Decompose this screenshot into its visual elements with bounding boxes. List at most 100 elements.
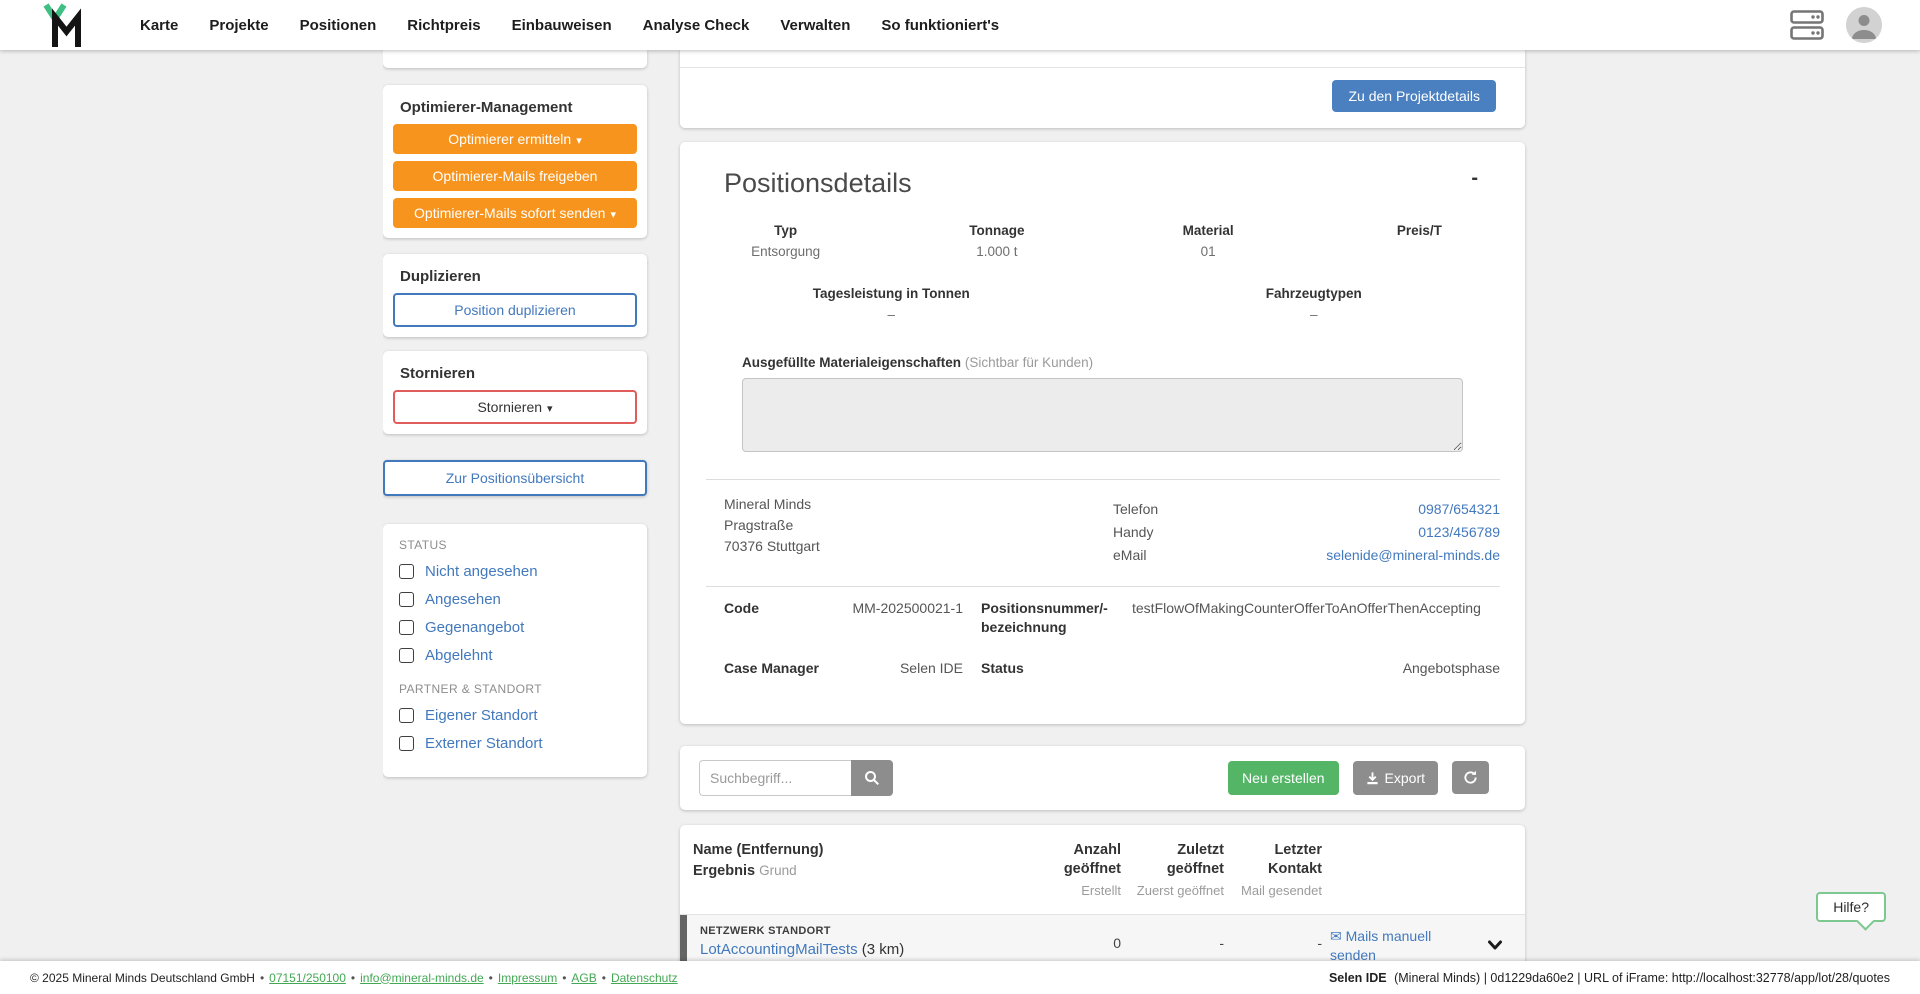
- checkbox[interactable]: [399, 736, 414, 751]
- stornieren-title: Stornieren: [400, 365, 637, 382]
- email-link[interactable]: selenide@mineral-minds.de: [1326, 547, 1500, 563]
- filter-label[interactable]: Eigener Standort: [425, 707, 538, 724]
- field-tonnage: Tonnage 1.000 t: [891, 223, 1102, 260]
- footer-phone-link[interactable]: 07151/250100: [269, 971, 346, 985]
- filter-angesehen[interactable]: Angesehen: [399, 591, 637, 608]
- filter-label[interactable]: Gegenangebot: [425, 619, 524, 636]
- nav-item-positionen[interactable]: Positionen: [300, 17, 377, 34]
- user-avatar-icon[interactable]: [1846, 7, 1882, 43]
- footer: © 2025 Mineral Minds Deutschland GmbH • …: [0, 961, 1920, 994]
- row-category: NETZWERK STANDORT: [700, 925, 1018, 937]
- sidebar: Optimierer-Management Optimierer ermitte…: [383, 50, 647, 777]
- filter-externer-standort[interactable]: Externer Standort: [399, 735, 637, 752]
- header-chevron-spacer: [1478, 841, 1512, 900]
- footer-email-link[interactable]: info@mineral-minds.de: [360, 971, 484, 985]
- material-textarea[interactable]: [742, 378, 1463, 452]
- nav-item-projekte[interactable]: Projekte: [209, 17, 268, 34]
- contact-street: Pragstraße: [724, 515, 1113, 536]
- cutoff-card: [383, 50, 647, 68]
- envelope-icon: ✉: [1330, 928, 1342, 944]
- mineral-minds-logo[interactable]: [40, 2, 84, 48]
- header-letzter-kontakt[interactable]: Letzter Kontakt Mail gesendet: [1232, 841, 1322, 900]
- nav-item-analyse-check[interactable]: Analyse Check: [643, 17, 750, 34]
- position-duplizieren-button[interactable]: Position duplizieren: [393, 293, 637, 327]
- nav-item-karte[interactable]: Karte: [140, 17, 178, 34]
- phone-link[interactable]: 0987/654321: [1418, 501, 1500, 517]
- collapse-minus-icon[interactable]: -: [1471, 168, 1478, 188]
- filter-label[interactable]: Nicht angesehen: [425, 563, 538, 580]
- field-fahrzeugtypen: Fahrzeugtypen –: [1103, 286, 1526, 323]
- contact-city: 70376 Stuttgart: [724, 536, 1113, 557]
- zur-positionsuebersicht-button[interactable]: Zur Positionsübersicht: [383, 460, 647, 496]
- footer-right: Selen IDE (Mineral Minds) | 0d1229da60e2…: [1329, 971, 1890, 985]
- header-name-line1: Name (Entfernung): [693, 841, 1018, 860]
- row-name-link[interactable]: LotAccountingMailTests: [700, 941, 858, 958]
- filter-label[interactable]: Angesehen: [425, 591, 501, 608]
- code-value: MM-202500021-1: [852, 599, 963, 618]
- footer-agb-link[interactable]: AGB: [571, 971, 596, 985]
- status-label: Status: [981, 659, 1024, 678]
- filter-label[interactable]: Externer Standort: [425, 735, 543, 752]
- mails-manuell-senden-link[interactable]: ✉ Mails manuell senden: [1330, 928, 1431, 963]
- stornieren-button[interactable]: Stornieren▾: [393, 390, 637, 424]
- code-label: Code: [724, 599, 759, 618]
- toolbar-actions: Neu erstellen Export: [1228, 761, 1489, 795]
- filter-label[interactable]: Abgelehnt: [425, 647, 493, 664]
- filter-gegenangebot[interactable]: Gegenangebot: [399, 619, 637, 636]
- field-typ: Typ Entsorgung: [680, 223, 891, 260]
- header-zuletzt-geoeffnet[interactable]: Zuletzt geöffnet Zuerst geöffnet: [1129, 841, 1224, 900]
- page-content: Optimierer-Management Optimierer ermitte…: [383, 50, 1920, 994]
- button-label: Optimierer-Mails freigeben: [433, 168, 598, 184]
- chevron-down-icon: [1486, 936, 1504, 954]
- checkbox[interactable]: [399, 708, 414, 723]
- button-label: Stornieren: [477, 399, 542, 415]
- checkbox[interactable]: [399, 648, 414, 663]
- material-hint-text: (Sichtbar für Kunden): [965, 355, 1093, 370]
- row-expand-toggle[interactable]: [1478, 925, 1512, 965]
- filter-nicht-angesehen[interactable]: Nicht angesehen: [399, 563, 637, 580]
- checkbox[interactable]: [399, 592, 414, 607]
- optimierer-ermitteln-button[interactable]: Optimierer ermitteln▾: [393, 124, 637, 154]
- optimierer-mails-sofort-senden-button[interactable]: Optimierer-Mails sofort senden▾: [393, 198, 637, 228]
- header-name[interactable]: Name (Entfernung) Ergebnis Grund: [693, 841, 1018, 900]
- header-name-line2: Ergebnis Grund: [693, 862, 1018, 881]
- field-label: Tagesleistung in Tonnen: [680, 286, 1103, 301]
- optimierer-mails-freigeben-button[interactable]: Optimierer-Mails freigeben: [393, 161, 637, 191]
- search-button[interactable]: [851, 760, 893, 796]
- positionsnummer-label: Positionsnummer/-bezeichnung: [981, 599, 1116, 637]
- footer-datenschutz-link[interactable]: Datenschutz: [611, 971, 678, 985]
- hilfe-button[interactable]: Hilfe?: [1816, 892, 1886, 922]
- export-button[interactable]: Export: [1353, 761, 1438, 795]
- mobile-link[interactable]: 0123/456789: [1418, 524, 1500, 540]
- footer-impressum-link[interactable]: Impressum: [498, 971, 557, 985]
- search-input[interactable]: [699, 760, 851, 796]
- field-value: Entsorgung: [680, 244, 891, 260]
- server-icon[interactable]: [1790, 10, 1824, 40]
- positionsdetails-title: Positionsdetails: [724, 168, 912, 199]
- nav-item-verwalten[interactable]: Verwalten: [780, 17, 850, 34]
- contact-company: Mineral Minds: [724, 494, 1113, 515]
- main-column: Zu den Projektdetails Positionsdetails -…: [680, 50, 1525, 994]
- contact-channels: Telefon 0987/654321 Handy 0123/456789 eM…: [1113, 494, 1500, 570]
- logo-mark-icon: [40, 2, 84, 48]
- project-card: Zu den Projektdetails: [680, 50, 1525, 128]
- refresh-button[interactable]: [1452, 761, 1489, 794]
- zu-den-projektdetails-button[interactable]: Zu den Projektdetails: [1332, 80, 1496, 112]
- filter-eigener-standort[interactable]: Eigener Standort: [399, 707, 637, 724]
- checkbox[interactable]: [399, 620, 414, 635]
- nav-item-richtpreis[interactable]: Richtpreis: [407, 17, 480, 34]
- checkbox[interactable]: [399, 564, 414, 579]
- row-name-cell: NETZWERK STANDORT LotAccountingMailTests…: [700, 925, 1018, 965]
- nav-item-so-funktionierts[interactable]: So funktioniert's: [881, 17, 999, 34]
- neu-erstellen-button[interactable]: Neu erstellen: [1228, 761, 1339, 795]
- meta-row-code: Code MM-202500021-1 Positionsnummer/-bez…: [724, 599, 1500, 637]
- status-value: Angebotsphase: [1403, 659, 1500, 678]
- separator-dot: •: [489, 971, 493, 985]
- field-label: Preis/T: [1314, 223, 1525, 238]
- refresh-icon: [1463, 770, 1478, 785]
- header-anzahl-geoeffnet[interactable]: Anzahl geöffnet Erstellt: [1026, 841, 1121, 900]
- meta-section: Code MM-202500021-1 Positionsnummer/-bez…: [680, 587, 1525, 702]
- filter-abgelehnt[interactable]: Abgelehnt: [399, 647, 637, 664]
- separator-dot: •: [351, 971, 355, 985]
- nav-item-einbauweisen[interactable]: Einbauweisen: [512, 17, 612, 34]
